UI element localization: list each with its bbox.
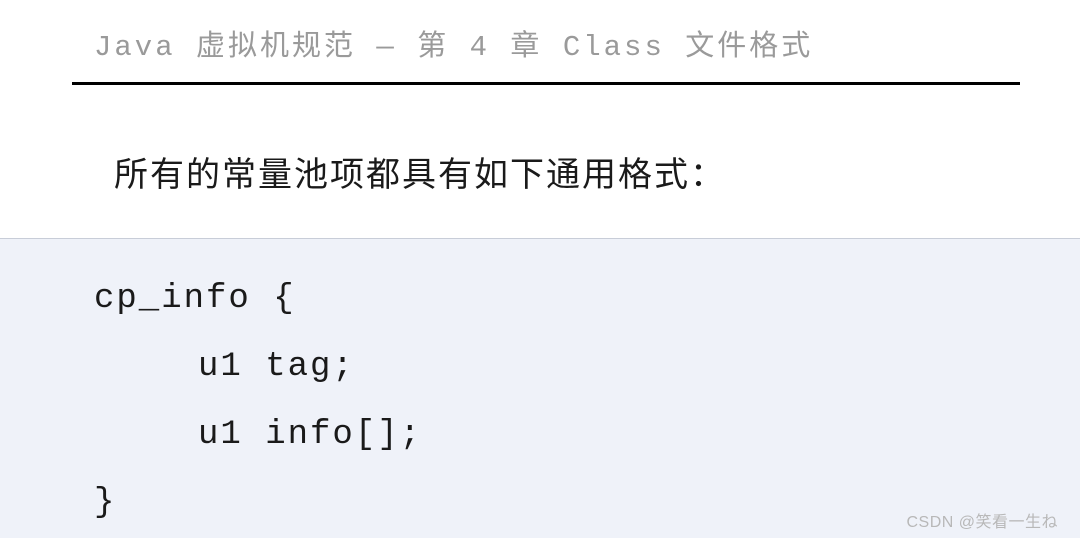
page-header: Java 虚拟机规范 — 第 4 章 Class 文件格式 xyxy=(0,0,1080,82)
watermark-text: CSDN @笑看一生ね xyxy=(906,508,1058,532)
description-text: 所有的常量池项都具有如下通用格式： xyxy=(0,85,1080,196)
code-line-open: cp_info { xyxy=(94,265,1080,333)
header-title: Java 虚拟机规范 — 第 4 章 Class 文件格式 xyxy=(94,31,813,64)
code-block: cp_info { u1 tag; u1 info[]; } xyxy=(0,238,1080,538)
code-line-field-info: u1 info[]; xyxy=(94,401,1080,469)
code-line-field-tag: u1 tag; xyxy=(94,333,1080,401)
